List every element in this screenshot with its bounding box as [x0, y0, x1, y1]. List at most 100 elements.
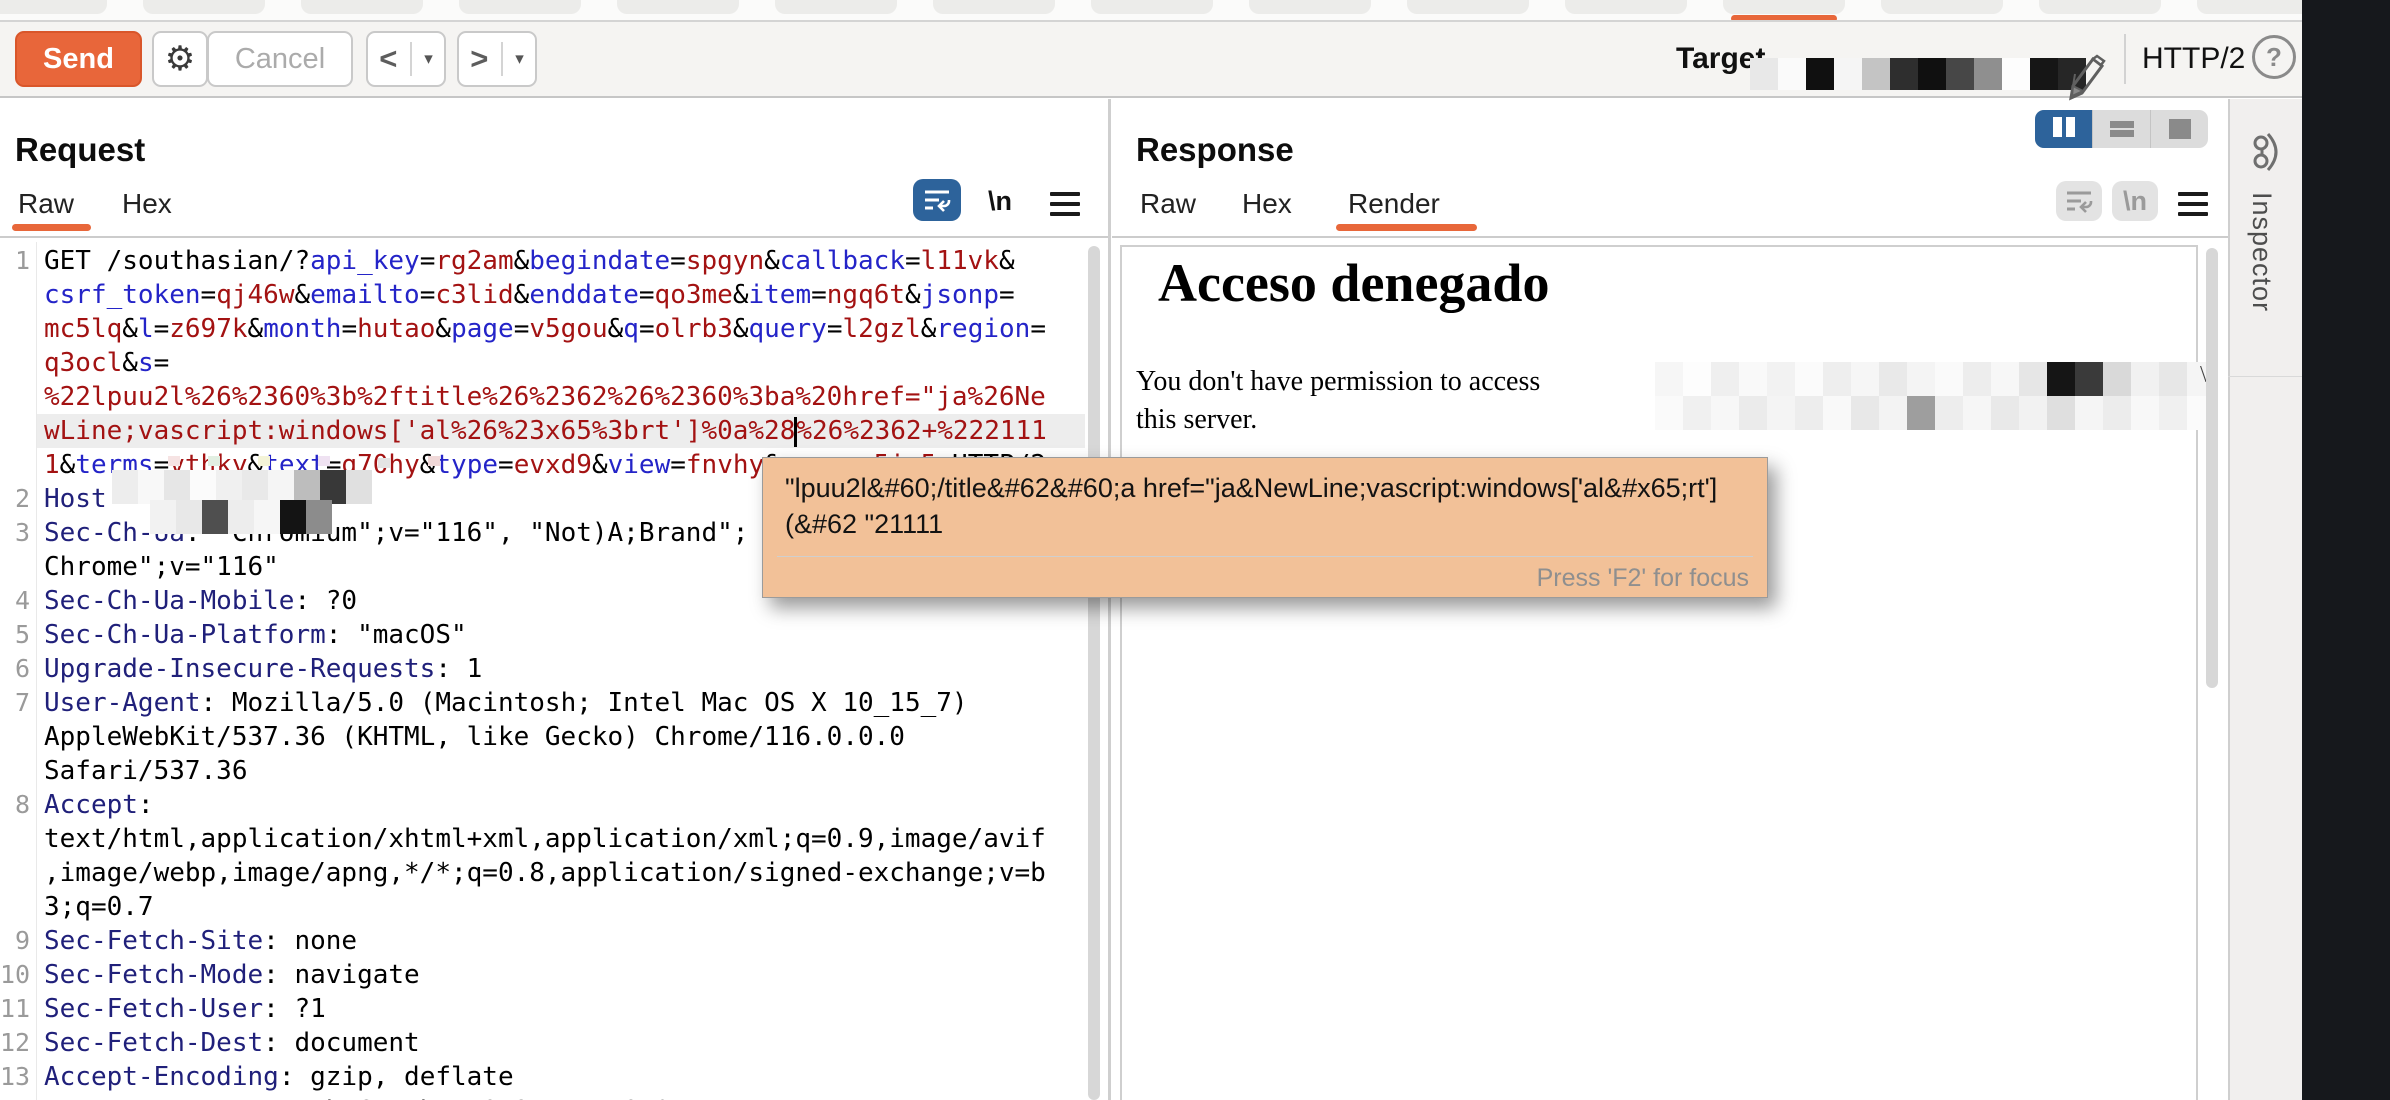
wrap-lines-toggle-disabled[interactable] — [2056, 181, 2102, 221]
top-tab[interactable] — [1407, 0, 1529, 14]
top-tab[interactable] — [2039, 0, 2161, 14]
tab-request-hex[interactable]: Hex — [122, 188, 172, 220]
split-divider — [410, 42, 412, 76]
header-value-redacted — [150, 500, 176, 534]
tab-response-hex[interactable]: Hex — [1242, 188, 1292, 220]
request-editor-row: q3ocl&s= — [0, 346, 1085, 380]
request-editor-row: 14Accept-Language: zh-CN,zh;q=0.9,en;q=0… — [0, 1094, 1085, 1100]
response-selected-tab-indicator — [1336, 224, 1477, 231]
line-number — [0, 312, 30, 346]
tab-response-render[interactable]: Render — [1348, 188, 1440, 220]
inspector-icon — [2240, 126, 2292, 178]
request-editor-row: AppleWebKit/537.36 (KHTML, like Gecko) C… — [0, 720, 1085, 754]
split-divider — [501, 42, 503, 76]
send-button[interactable]: Send — [15, 31, 142, 87]
chevron-down-icon[interactable]: ▾ — [424, 49, 433, 69]
line-number — [0, 856, 30, 890]
line-number — [0, 346, 30, 380]
request-header-divider — [0, 236, 1110, 238]
top-tab[interactable] — [775, 0, 897, 14]
request-editor-row: 8Accept: — [0, 788, 1085, 822]
top-tab[interactable] — [617, 0, 739, 14]
line-number — [0, 448, 30, 482]
top-tab[interactable] — [143, 0, 265, 14]
top-tab[interactable] — [933, 0, 1055, 14]
show-newlines-toggle-disabled[interactable]: \n — [2112, 181, 2158, 221]
line-number — [0, 754, 30, 788]
newline-icon: \n — [2123, 186, 2147, 217]
request-editor-row: 5Sec-Ch-Ua-Platform: "macOS" — [0, 618, 1085, 652]
response-panel-title: Response — [1136, 131, 1294, 169]
request-editor-row: ,image/webp,image/apng,*/*;q=0.8,applica… — [0, 856, 1085, 890]
request-editor-row: 13Accept-Encoding: gzip, deflate — [0, 1060, 1085, 1094]
show-newlines-toggle[interactable]: \n — [988, 186, 1012, 217]
request-editor-row: 10Sec-Fetch-Mode: navigate — [0, 958, 1085, 992]
request-editor-row: 12Sec-Fetch-Dest: document — [0, 1026, 1085, 1060]
request-editor-row: 7User-Agent: Mozilla/5.0 (Macintosh; Int… — [0, 686, 1085, 720]
line-number: 8 — [0, 788, 30, 822]
cancel-button[interactable]: Cancel — [207, 31, 353, 87]
request-selected-tab-indicator — [12, 224, 91, 231]
line-number: 9 — [0, 924, 30, 958]
request-editor-row: text/html,application/xhtml+xml,applicat… — [0, 822, 1085, 856]
inspector-label: Inspector — [2246, 192, 2277, 312]
layout-single-button[interactable] — [2151, 110, 2208, 148]
inspector-divider — [2228, 376, 2302, 377]
redaction-noise — [168, 456, 180, 466]
line-number: 12 — [0, 1026, 30, 1060]
tab-response-raw[interactable]: Raw — [1140, 188, 1196, 220]
top-tab[interactable] — [459, 0, 581, 14]
back-history-button[interactable]: < ▾ — [366, 31, 446, 87]
line-number — [0, 822, 30, 856]
response-menu-icon[interactable] — [2178, 192, 2208, 222]
request-editor[interactable]: 1GET /southasian/?api_key=rg2am&begindat… — [0, 244, 1085, 1100]
line-number: 14 — [0, 1094, 30, 1100]
edit-pencil-icon[interactable] — [2060, 53, 2106, 103]
tab-request-raw[interactable]: Raw — [18, 188, 74, 220]
request-menu-icon[interactable] — [1050, 192, 1080, 222]
back-icon: < — [379, 41, 397, 77]
request-editor-row: csrf_token=qj46w&emailto=c3lid&enddate=q… — [0, 278, 1085, 312]
line-number: 7 — [0, 686, 30, 720]
line-number: 1 — [0, 244, 30, 278]
line-number: 4 — [0, 584, 30, 618]
line-number: 6 — [0, 652, 30, 686]
top-tab[interactable] — [2197, 0, 2319, 14]
request-editor-row: 1GET /southasian/?api_key=rg2am&begindat… — [0, 244, 1085, 278]
line-number: 5 — [0, 618, 30, 652]
tooltip-line: (&#62 "21111 — [785, 509, 1745, 540]
line-number — [0, 890, 30, 924]
forward-history-button[interactable]: > ▾ — [457, 31, 537, 87]
top-tab[interactable] — [0, 0, 107, 14]
wrap-lines-toggle[interactable] — [913, 179, 961, 221]
help-icon[interactable]: ? — [2252, 35, 2296, 79]
response-scrollbar[interactable] — [2206, 248, 2218, 688]
request-panel-title: Request — [15, 131, 145, 169]
top-tab[interactable] — [301, 0, 423, 14]
chevron-down-icon[interactable]: ▾ — [515, 49, 524, 69]
request-scrollbar[interactable] — [1088, 246, 1100, 1100]
wrap-icon — [2064, 188, 2094, 214]
top-tab[interactable] — [1565, 0, 1687, 14]
panel-resize-divider[interactable] — [1108, 99, 1111, 1100]
top-tab[interactable] — [1091, 0, 1213, 14]
layout-columns-button[interactable] — [2035, 110, 2093, 148]
request-editor-row: wLine;vascript:windows['al%26%23x65%3brt… — [0, 414, 1085, 448]
line-number: 3 — [0, 516, 30, 550]
layout-rows-button[interactable] — [2093, 110, 2151, 148]
top-tab[interactable] — [1881, 0, 2003, 14]
request-editor-row: Safari/537.36 — [0, 754, 1085, 788]
line-number — [0, 414, 30, 448]
forward-icon: > — [470, 41, 488, 77]
window-background — [2302, 0, 2390, 1100]
line-number — [0, 550, 30, 584]
render-body-line: this server. — [1136, 404, 1257, 436]
line-number: 10 — [0, 958, 30, 992]
gear-icon[interactable]: ⚙ — [152, 31, 208, 87]
columns-icon — [2051, 117, 2077, 142]
line-number — [0, 278, 30, 312]
top-tab[interactable] — [1723, 0, 1845, 14]
top-tab[interactable] — [1249, 0, 1371, 14]
request-editor-row: 11Sec-Fetch-User: ?1 — [0, 992, 1085, 1026]
target-value-redacted — [1750, 58, 1778, 90]
